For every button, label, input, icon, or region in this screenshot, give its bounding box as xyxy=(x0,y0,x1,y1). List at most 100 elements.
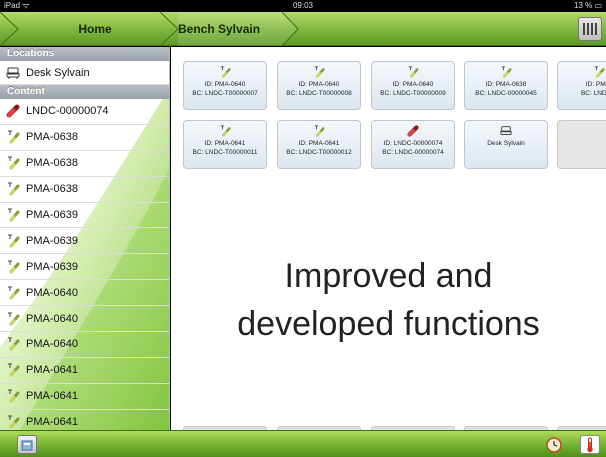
tile-id-label: ID: PMA-0640 xyxy=(204,81,246,88)
tube-icon xyxy=(6,182,20,196)
history-button[interactable] xyxy=(544,435,564,454)
promo-line-1: Improved and xyxy=(284,257,493,295)
tube-icon xyxy=(6,312,20,326)
promo-line-2: developed functions xyxy=(237,305,540,343)
desk-icon xyxy=(6,67,20,79)
sidebar-item-label: Desk Sylvain xyxy=(26,66,90,79)
sidebar-item-content[interactable]: PMA-0638 xyxy=(0,151,169,177)
bench-tile[interactable]: ID: PMA-0640 BC: LNDC-T00000007 xyxy=(183,61,267,110)
sidebar-item-label: PMA-0639 xyxy=(26,209,78,221)
container-icon xyxy=(21,440,33,450)
tube-icon xyxy=(313,125,325,137)
barcode-scan-button[interactable] xyxy=(578,17,602,41)
tile-id-label: ID: PMA-0638 xyxy=(485,81,527,88)
tile-id-label: ID: PMA-0641 xyxy=(298,140,340,147)
tile-barcode-label: BC: LNDC-T00000011 xyxy=(192,149,258,156)
tube-icon xyxy=(593,66,605,78)
status-bar: iPad ᯤ 09:03 13 % ▭ xyxy=(0,0,606,12)
bench-tile[interactable]: ID: PMA-0641 BC: LNDC-T00000012 xyxy=(277,120,361,169)
breadcrumb-home[interactable]: Home xyxy=(0,12,164,46)
tube-icon xyxy=(6,337,20,351)
tube-icon xyxy=(6,389,20,403)
bench-content-area: ID: PMA-0640 BC: LNDC-T00000007 ID: PMA-06… xyxy=(171,47,606,430)
tube-icon xyxy=(6,260,20,274)
tile-id-label: ID: LNDC-00000074 xyxy=(383,140,443,147)
sidebar-item-label: PMA-0640 xyxy=(26,338,78,351)
tile-barcode-label: BC: LNDC-T00000009 xyxy=(380,90,446,97)
sidebar-item-content[interactable]: PMA-0638 xyxy=(0,125,169,151)
tube-icon xyxy=(219,66,231,78)
tile-barcode-label: BC: LNDC-00000045 xyxy=(475,90,537,97)
tile-id-label: Desk Sylvain xyxy=(487,140,525,147)
tile-barcode-label: BC: LNDC-00000074 xyxy=(382,149,444,156)
tube-icon xyxy=(6,415,20,429)
sidebar-item-label: LNDC-00000074 xyxy=(26,105,109,118)
bottom-toolbar xyxy=(0,430,606,457)
sidebar-item-label: PMA-0641 xyxy=(26,390,78,403)
breadcrumb-current[interactable]: Bench Sylvain xyxy=(178,12,288,46)
bench-tile[interactable]: Desk Sylvain xyxy=(464,120,548,169)
sidebar-item-label: PMA-0639 xyxy=(26,234,78,247)
sidebar-item-label: PMA-0640 xyxy=(26,312,78,325)
sidebar-item-label: PMA-0638 xyxy=(26,183,78,196)
tube-icon xyxy=(6,156,20,170)
temperature-button[interactable] xyxy=(580,435,600,454)
thermometer-icon xyxy=(587,437,593,452)
tube-icon xyxy=(407,66,419,78)
content-view-button[interactable] xyxy=(17,435,37,454)
sidebar-item-label: PMA-0638 xyxy=(26,157,78,170)
tile-id-label: ID: PMA-0640 xyxy=(298,81,340,88)
sidebar: Locations Desk Sylvain Content LNDC-0000… xyxy=(0,47,170,430)
bench-tile[interactable]: ID: PMA-0640 BC: LNDC-T00000008 xyxy=(277,61,361,110)
battery-indicator: 13 % ▭ xyxy=(573,1,602,10)
sidebar-item-content[interactable]: PMA-0638 xyxy=(0,177,169,203)
bench-tile[interactable]: ID: PMA-0640 BC: LNDC-T00000009 xyxy=(371,61,455,110)
sidebar-item-desk-sylvain[interactable]: Desk Sylvain xyxy=(0,61,169,85)
content-list: LNDC-00000074 PMA-0638 PMA-0638 PMA-0638 PMA… xyxy=(0,99,169,430)
sidebar-item-label: PMA-0639 xyxy=(26,260,78,273)
clock-icon xyxy=(546,436,562,453)
desk-icon xyxy=(500,125,512,137)
bench-tile[interactable]: ID: LNDC-00000074 BC: LNDC-00000074 xyxy=(371,120,455,169)
tube-icon xyxy=(313,66,325,78)
tube-icon xyxy=(219,125,231,137)
barcode-icon xyxy=(583,23,597,35)
tube-icon xyxy=(6,363,20,377)
clock-label: 09:03 xyxy=(292,1,314,10)
navigation-bar: Home Bench Sylvain xyxy=(0,12,606,46)
capsule-icon xyxy=(407,125,419,137)
sidebar-item-content[interactable]: PMA-0641 xyxy=(0,358,169,384)
tile-barcode-label: BC: LNDC-0 xyxy=(580,90,606,97)
tile-id-label: ID: PMA-0641 xyxy=(204,140,246,147)
tube-icon xyxy=(500,66,512,78)
sidebar-item-label: PMA-0640 xyxy=(26,286,78,299)
bench-tile[interactable]: ID: PMA-0638 BC: LNDC-00000045 xyxy=(464,61,548,110)
content-header: Content xyxy=(0,85,169,99)
locations-header: Locations xyxy=(0,47,169,61)
tile-barcode-label: BC: LNDC-T00000012 xyxy=(286,149,352,156)
tube-icon xyxy=(6,234,20,248)
empty-tile[interactable] xyxy=(557,120,606,169)
sidebar-item-content[interactable]: PMA-0640 xyxy=(0,332,169,358)
capsule-icon xyxy=(6,104,20,118)
sidebar-item-content[interactable]: PMA-0639 xyxy=(0,203,169,229)
sidebar-item-content[interactable]: PMA-0639 xyxy=(0,228,169,255)
tile-id-label: ID: PMA- xyxy=(585,81,606,88)
sidebar-item-content[interactable]: PMA-0639 xyxy=(0,254,169,281)
sidebar-item-content[interactable]: PMA-0641 xyxy=(0,384,169,410)
tile-id-label: ID: PMA-0640 xyxy=(392,81,434,88)
bench-tile[interactable]: ID: PMA- BC: LNDC-0 xyxy=(557,61,606,110)
tile-barcode-label: BC: LNDC-T00000008 xyxy=(286,90,352,97)
bench-tile[interactable]: ID: PMA-0641 BC: LNDC-T00000011 xyxy=(183,120,267,169)
tube-icon xyxy=(6,208,20,222)
sidebar-item-content[interactable]: PMA-0641 xyxy=(0,410,169,430)
sidebar-item-label: PMA-0641 xyxy=(26,416,78,429)
sidebar-item-content[interactable]: PMA-0640 xyxy=(0,280,169,307)
promo-overlay: Improved and developed functions xyxy=(171,252,606,348)
sidebar-item-label: PMA-0641 xyxy=(26,364,78,377)
tile-barcode-label: BC: LNDC-T00000007 xyxy=(192,90,258,97)
sidebar-item-content[interactable]: LNDC-00000074 xyxy=(0,99,169,125)
sidebar-item-label: PMA-0638 xyxy=(26,131,78,144)
sidebar-item-content[interactable]: PMA-0640 xyxy=(0,306,169,333)
tube-icon xyxy=(6,130,20,144)
